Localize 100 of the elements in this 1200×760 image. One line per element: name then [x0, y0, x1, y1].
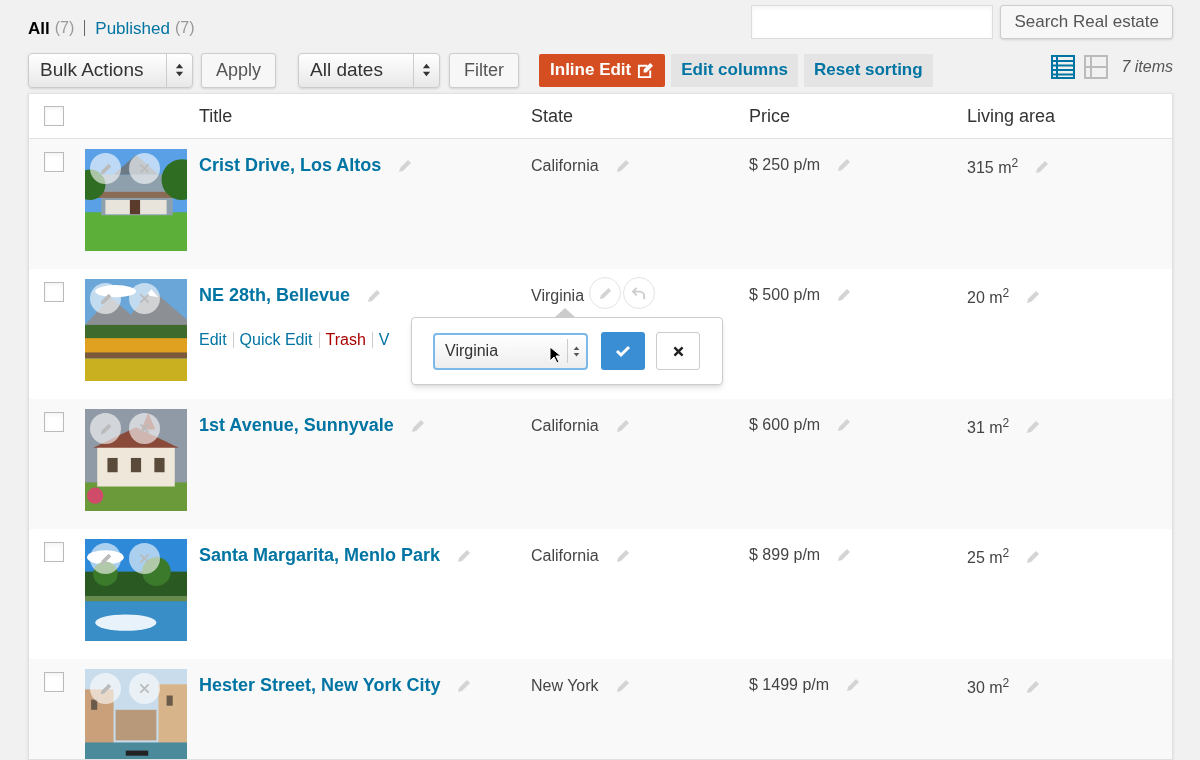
reset-sorting-button[interactable]: Reset sorting [804, 53, 933, 87]
undo-icon [631, 285, 647, 301]
remove-image-button[interactable] [129, 283, 160, 314]
state-text: California [531, 546, 599, 566]
pencil-icon[interactable] [1025, 419, 1042, 435]
row-action-link[interactable]: Trash [325, 328, 366, 352]
filter-count: (7) [54, 18, 75, 39]
undo-button[interactable] [623, 277, 656, 309]
pencil-icon[interactable] [1025, 549, 1042, 565]
caret-icon [422, 62, 432, 78]
pencil-icon [98, 681, 113, 696]
pencil-icon [98, 421, 113, 436]
title-link[interactable]: Hester Street, New York City [199, 672, 441, 699]
price-text: $ 250 p/m [749, 155, 821, 175]
remove-image-button[interactable] [129, 153, 160, 184]
row-action-link[interactable]: Edit [199, 328, 227, 352]
button[interactable]: Apply [201, 52, 277, 88]
dropdown[interactable]: Bulk Actions [28, 52, 193, 88]
pencil-icon[interactable] [366, 287, 383, 304]
pencil-icon[interactable] [614, 547, 631, 564]
remove-image-button[interactable] [129, 413, 160, 444]
pencil-icon[interactable] [1025, 289, 1042, 305]
pencil-icon [98, 291, 113, 306]
column-header[interactable]: Living area [967, 102, 1056, 130]
pencil-icon[interactable] [614, 417, 631, 434]
search-button[interactable]: Search Real estate [1000, 5, 1173, 39]
checkbox[interactable] [44, 106, 64, 126]
area-text: 20 m$^{2}$ [967, 286, 1010, 308]
row-action-link[interactable]: V [378, 328, 390, 352]
pencil-icon [98, 551, 113, 566]
caret-icon [175, 62, 184, 78]
close-icon [139, 293, 150, 304]
pencil-icon[interactable] [456, 677, 473, 694]
price-text: $ 600 p/m [749, 415, 821, 435]
pencil-icon[interactable] [409, 417, 426, 434]
check-icon [615, 343, 631, 359]
price-text: $ 899 p/m [749, 545, 821, 565]
button[interactable]: Filter [449, 52, 520, 88]
checkbox[interactable] [44, 152, 64, 172]
excerpt-view-icon[interactable] [1084, 55, 1109, 79]
price-text: $ 1499 p/m [749, 675, 830, 695]
pencil-icon[interactable] [836, 417, 853, 433]
column-header[interactable]: Price [749, 102, 790, 130]
cancel-button[interactable] [656, 332, 700, 370]
close-icon [139, 683, 150, 694]
pencil-icon[interactable] [845, 677, 862, 693]
filter-count: (7) [174, 18, 195, 39]
inline-edit-button[interactable]: Inline Edit [539, 53, 666, 87]
list-view-icon[interactable] [1051, 55, 1076, 79]
close-icon [139, 553, 150, 564]
area-text: 25 m$^{2}$ [967, 546, 1010, 568]
title-link[interactable]: Santa Margarita, Menlo Park [199, 542, 441, 569]
checkbox[interactable] [44, 672, 64, 692]
checkbox[interactable] [44, 282, 64, 302]
edit-image-button[interactable] [90, 283, 121, 314]
pencil-icon[interactable] [614, 157, 631, 174]
cursor-icon [549, 346, 561, 364]
pencil-icon[interactable] [836, 547, 853, 563]
area-text: 315 m$^{2}$ [967, 156, 1019, 178]
title-link[interactable]: 1st Avenue, Sunnyvale [199, 412, 394, 439]
pencil-icon[interactable] [836, 157, 853, 173]
pencil-icon[interactable] [1034, 159, 1051, 175]
row-action-link[interactable]: Quick Edit [239, 328, 313, 352]
search-field[interactable] [751, 5, 994, 39]
title-link[interactable]: Crist Drive, Los Altos [199, 152, 382, 179]
edit-image-button[interactable] [90, 543, 121, 574]
close-icon [671, 344, 685, 358]
state-text: Virginia [531, 286, 585, 306]
edit-image-button[interactable] [90, 673, 121, 704]
filter-link[interactable]: Published [95, 15, 170, 41]
state-dropdown[interactable]: Virginia [433, 332, 588, 370]
price-text: $ 500 p/m [749, 285, 821, 305]
pencil-icon [597, 285, 613, 301]
column-header[interactable]: State [531, 102, 574, 130]
confirm-button[interactable] [601, 332, 645, 370]
edit-image-button[interactable] [90, 153, 121, 184]
caret-icon [573, 344, 580, 358]
edit-field-button[interactable] [589, 277, 622, 309]
checkbox[interactable] [44, 542, 64, 562]
checkbox[interactable] [44, 412, 64, 432]
area-text: 31 m$^{2}$ [967, 416, 1010, 438]
pencil-icon[interactable] [614, 677, 631, 694]
pencil-icon[interactable] [836, 287, 853, 303]
state-text: California [531, 156, 599, 176]
pencil-icon[interactable] [1025, 679, 1042, 695]
pencil-icon[interactable] [456, 547, 473, 564]
edit-image-button[interactable] [90, 413, 121, 444]
pencil-icon[interactable] [397, 157, 414, 174]
close-icon [139, 163, 150, 174]
edit-columns-button[interactable]: Edit columns [671, 53, 798, 87]
state-text: California [531, 416, 599, 436]
remove-image-button[interactable] [129, 543, 160, 574]
filter-link[interactable]: All [28, 15, 50, 41]
pencil-icon [98, 161, 113, 176]
dropdown[interactable]: All dates [298, 52, 441, 88]
edit-icon [637, 61, 655, 79]
title-link[interactable]: NE 28th, Bellevue [199, 282, 351, 309]
column-header[interactable]: Title [199, 102, 233, 130]
close-icon [139, 423, 150, 434]
state-text: New York [531, 676, 599, 696]
